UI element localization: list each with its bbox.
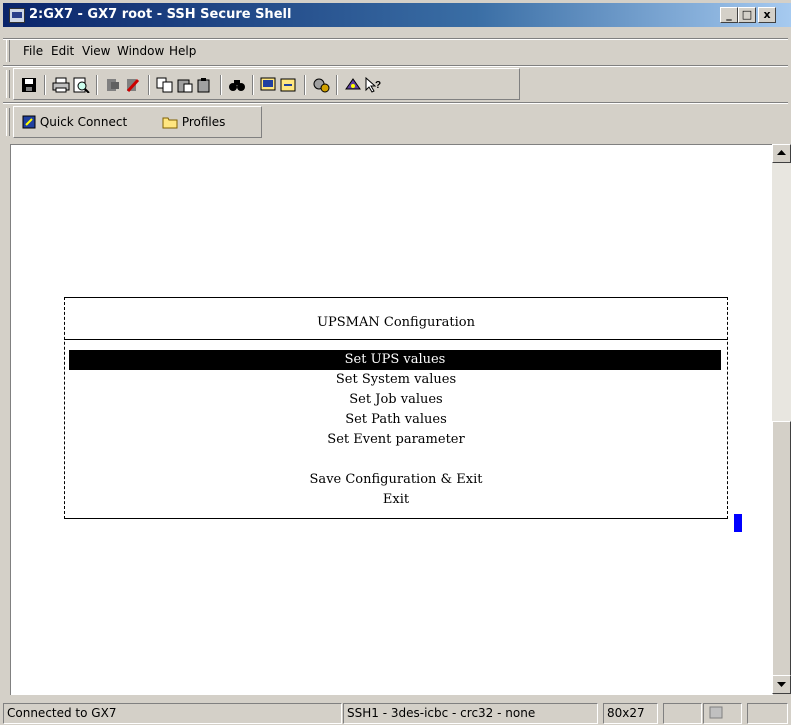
maximize-button[interactable]: □ xyxy=(738,7,756,23)
window-title: 2:GX7 - GX7 root - SSH Secure Shell xyxy=(29,7,292,22)
settings-icon[interactable] xyxy=(312,77,330,93)
save-icon[interactable] xyxy=(20,77,38,93)
new-terminal-icon[interactable] xyxy=(260,77,278,93)
scroll-up-button[interactable] xyxy=(772,144,791,163)
dialog-border-top xyxy=(64,297,728,298)
toolbar-separator xyxy=(252,75,254,95)
help-icon[interactable] xyxy=(344,77,362,93)
print-preview-icon[interactable] xyxy=(72,77,90,93)
upsman-dialog: UPSMAN Configuration Set UPS values Set … xyxy=(64,297,728,519)
paste-alt-icon[interactable] xyxy=(196,77,214,93)
close-button[interactable]: x xyxy=(758,7,776,23)
arrow-down-icon xyxy=(777,682,786,687)
status-panel-empty-2 xyxy=(747,703,788,724)
dialog-border-bottom xyxy=(64,518,728,519)
toolbar-separator xyxy=(148,75,150,95)
lock-status-icon xyxy=(709,706,723,719)
option-set-ups-values[interactable]: Set UPS values xyxy=(69,350,721,370)
minimize-button[interactable]: _ xyxy=(720,7,738,23)
quick-connect-bar: Quick Connect Profiles xyxy=(3,104,788,140)
folder-icon xyxy=(162,117,178,129)
svg-text:?: ? xyxy=(375,80,381,91)
option-exit[interactable]: Exit xyxy=(64,490,728,510)
ssh-app-icon[interactable] xyxy=(9,8,25,23)
terminal-cursor xyxy=(734,514,742,532)
toolbar-separator xyxy=(304,75,306,95)
toolbar-separator xyxy=(44,75,46,95)
file-transfer-icon[interactable] xyxy=(280,77,298,93)
status-panel-icon xyxy=(703,703,742,724)
title-bar[interactable]: 2:GX7 - GX7 root - SSH Secure Shell _ □ … xyxy=(3,3,791,27)
menu-window[interactable]: Window xyxy=(117,44,164,58)
toolbar: ? xyxy=(3,68,788,100)
menu-file[interactable]: File xyxy=(23,44,43,58)
terminal-area[interactable]: UPSMAN Configuration Set UPS values Set … xyxy=(10,144,773,695)
vertical-scrollbar[interactable] xyxy=(772,144,791,694)
status-connection: Connected to GX7 xyxy=(3,703,342,724)
ssh-window: 2:GX7 - GX7 root - SSH Secure Shell _ □ … xyxy=(0,0,791,725)
menu-help[interactable]: Help xyxy=(169,44,196,58)
option-set-job-values[interactable]: Set Job values xyxy=(64,390,728,410)
status-panel-empty-1 xyxy=(663,703,702,724)
find-icon[interactable] xyxy=(228,77,246,93)
status-bar: Connected to GX7 SSH1 - 3des-icbc - crc3… xyxy=(3,700,791,725)
option-save-configuration-exit[interactable]: Save Configuration & Exit xyxy=(64,470,728,490)
scroll-down-button[interactable] xyxy=(772,675,791,694)
disconnect-icon[interactable] xyxy=(104,77,122,93)
new-connection-icon[interactable] xyxy=(124,77,142,93)
toolbar-separator xyxy=(96,75,98,95)
dialog-divider xyxy=(64,339,728,340)
quickbar-grip[interactable] xyxy=(6,108,10,136)
menu-edit[interactable]: Edit xyxy=(51,44,74,58)
quick-connect-button[interactable]: Quick Connect xyxy=(22,115,127,129)
toolbar-grip[interactable] xyxy=(6,70,10,98)
menu-separator xyxy=(3,65,788,67)
toolbar-group: ? xyxy=(13,68,520,100)
quick-connect-icon xyxy=(22,115,36,129)
scroll-thumb[interactable] xyxy=(772,421,791,676)
quick-connect-group: Quick Connect Profiles xyxy=(13,106,262,138)
menu-view[interactable]: View xyxy=(82,44,110,58)
status-encryption: SSH1 - 3des-icbc - crc32 - none xyxy=(343,703,598,724)
option-set-system-values[interactable]: Set System values xyxy=(64,370,728,390)
profiles-label: Profiles xyxy=(181,115,226,129)
option-set-path-values[interactable]: Set Path values xyxy=(64,410,728,430)
toolbar-separator xyxy=(220,75,222,95)
quick-connect-label: Quick Connect xyxy=(39,115,128,129)
copy-icon[interactable] xyxy=(156,77,174,93)
menubar-grip[interactable] xyxy=(6,40,10,62)
dialog-title: UPSMAN Configuration xyxy=(317,315,475,330)
option-set-event-parameter[interactable]: Set Event parameter xyxy=(64,430,728,450)
print-icon[interactable] xyxy=(52,77,70,93)
context-help-icon[interactable]: ? xyxy=(364,77,382,93)
status-terminal-size: 80x27 xyxy=(603,703,658,724)
paste-icon[interactable] xyxy=(176,77,194,93)
menu-bar: File Edit View Window Help xyxy=(3,40,788,62)
toolbar-separator xyxy=(336,75,338,95)
profiles-button[interactable]: Profiles xyxy=(162,115,225,129)
arrow-up-icon xyxy=(777,150,786,155)
